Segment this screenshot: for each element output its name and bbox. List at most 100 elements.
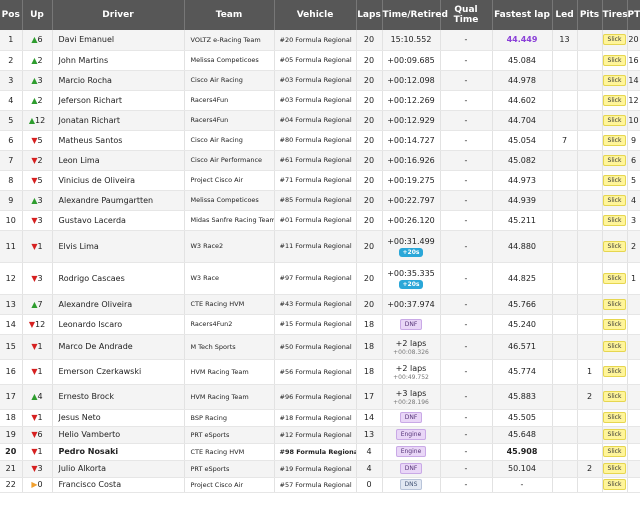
time-retired: +00:12.929 — [382, 110, 441, 131]
team-name[interactable]: CTE Racing HVM — [184, 294, 275, 315]
team-name[interactable]: Racers4Fun2 — [184, 314, 275, 335]
points — [627, 294, 640, 315]
table-row[interactable]: 17 ▲4 Ernesto Brock HVM Racing Team #96 Form… — [0, 384, 640, 410]
status-badge: DNF — [399, 412, 423, 423]
position: 19 — [0, 426, 23, 444]
position-delta: 2 — [37, 155, 43, 165]
qual-time: - — [440, 334, 493, 360]
table-row[interactable]: 8 ▼5 Vinicius de Oliveira Project Cisco Air… — [0, 170, 640, 191]
table-row[interactable]: 13 ▲7 Alexandre Oliveira CTE Racing HVM #43 … — [0, 294, 640, 315]
driver-name[interactable]: Jesus Neto — [52, 409, 185, 427]
team-name[interactable]: M Tech Sports — [184, 334, 275, 360]
table-row[interactable]: 5 ▲12 Jonatan Richart Racers4Fun #04 Formula… — [0, 110, 640, 131]
header-up[interactable]: Up — [22, 0, 53, 30]
driver-name[interactable]: Davi Emanuel — [52, 30, 185, 51]
table-row[interactable]: 7 ▼2 Leon Lima Cisco Air Performance #61 For… — [0, 150, 640, 171]
qual-time: - — [440, 150, 493, 171]
driver-name[interactable]: Marco De Andrade — [52, 334, 185, 360]
driver-name[interactable]: Marcio Rocha — [52, 70, 185, 91]
team-name[interactable]: Project Cisco Air — [184, 477, 275, 493]
table-row[interactable]: 2 ▲2 John Martins Melissa Competicoes #05 Fo… — [0, 50, 640, 71]
header-laps[interactable]: Laps — [356, 0, 383, 30]
team-name[interactable]: CTE Racing HVM — [184, 443, 275, 461]
table-row[interactable]: 11 ▼1 Elvis Lima W3 Race2 #11 Formula Region… — [0, 230, 640, 263]
driver-name[interactable]: Jeferson Richart — [52, 90, 185, 111]
team-name[interactable]: PRT eSports — [184, 426, 275, 444]
driver-name[interactable]: Jonatan Richart — [52, 110, 185, 131]
driver-name[interactable]: Alexandre Oliveira — [52, 294, 185, 315]
team-name[interactable]: Midas Sanfre Racing Team — [184, 210, 275, 231]
team-name[interactable]: Melissa Competicoes — [184, 50, 275, 71]
table-row[interactable]: 9 ▲3 Alexandre Paumgartten Melissa Competic… — [0, 190, 640, 211]
driver-name[interactable]: Francisco Costa — [52, 477, 185, 493]
driver-name[interactable]: Leonardo Iscaro — [52, 314, 185, 335]
laps: 20 — [356, 262, 383, 295]
table-row[interactable]: 15 ▼1 Marco De Andrade M Tech Sports #50 For… — [0, 334, 640, 360]
driver-name[interactable]: Gustavo Lacerda — [52, 210, 185, 231]
team-name[interactable]: VOLTZ e-Racing Team — [184, 30, 275, 51]
driver-name[interactable]: Helio Vamberto — [52, 426, 185, 444]
fastest-lap: 45.883 — [492, 384, 553, 410]
table-row[interactable]: 14 ▼12 Leonardo Iscaro Racers4Fun2 #15 Formu… — [0, 314, 640, 335]
table-row[interactable]: 10 ▼3 Gustavo Lacerda Midas Sanfre Racing T… — [0, 210, 640, 231]
driver-name[interactable]: Elvis Lima — [52, 230, 185, 263]
team-name[interactable]: Project Cisco Air — [184, 170, 275, 191]
table-row[interactable]: 6 ▼5 Matheus Santos Cisco Air Racing #80 For… — [0, 130, 640, 151]
driver-name[interactable]: Pedro Nosaki — [52, 443, 185, 461]
points: 20 — [627, 30, 640, 51]
team-name[interactable]: PRT eSports — [184, 460, 275, 478]
header-pits[interactable]: Pits — [577, 0, 603, 30]
table-row[interactable]: 22 ▶0 Francisco Costa Project Cisco Air #57 … — [0, 477, 640, 493]
team-name[interactable]: W3 Race2 — [184, 230, 275, 263]
driver-name[interactable]: Matheus Santos — [52, 130, 185, 151]
position: 21 — [0, 460, 23, 478]
time-retired: +3 laps +00:28.196 — [382, 384, 441, 410]
team-name[interactable]: Melissa Competicoes — [184, 190, 275, 211]
header-led[interactable]: Led — [552, 0, 578, 30]
team-name[interactable]: Racers4Fun — [184, 110, 275, 131]
header-pos[interactable]: Pos — [0, 0, 23, 30]
team-name[interactable]: Cisco Air Performance — [184, 150, 275, 171]
header-team[interactable]: Team — [184, 0, 275, 30]
driver-name[interactable]: Julio Alkorta — [52, 460, 185, 478]
position-change: ▼3 — [22, 210, 53, 231]
race-time: +00:12.098 — [387, 75, 435, 85]
header-fastest[interactable]: Fastest lap — [492, 0, 553, 30]
vehicle-name: #12 Formula Regional — [274, 426, 357, 444]
team-name[interactable]: Racers4Fun — [184, 90, 275, 111]
driver-name[interactable]: Rodrigo Cascaes — [52, 262, 185, 295]
header-driver[interactable]: Driver — [52, 0, 185, 30]
table-row[interactable]: 3 ▲3 Marcio Rocha Cisco Air Racing #03 Formu… — [0, 70, 640, 91]
qual-time: - — [440, 30, 493, 51]
team-name[interactable]: BSP Racing — [184, 409, 275, 427]
team-name[interactable]: W3 Race — [184, 262, 275, 295]
driver-name[interactable]: Alexandre Paumgartten — [52, 190, 185, 211]
driver-name[interactable]: Leon Lima — [52, 150, 185, 171]
team-name[interactable]: Cisco Air Racing — [184, 70, 275, 91]
table-row[interactable]: 20 ▼1 Pedro Nosaki CTE Racing HVM #98 Formul… — [0, 443, 640, 461]
team-name[interactable]: HVM Racing Team — [184, 359, 275, 385]
driver-name[interactable]: John Martins — [52, 50, 185, 71]
table-row[interactable]: 19 ▼6 Helio Vamberto PRT eSports #12 Formula… — [0, 426, 640, 444]
team-name[interactable]: HVM Racing Team — [184, 384, 275, 410]
team-name[interactable]: Cisco Air Racing — [184, 130, 275, 151]
header-time[interactable]: Time/Retired — [382, 0, 448, 30]
laps: 20 — [356, 30, 383, 51]
table-row[interactable]: 12 ▼3 Rodrigo Cascaes W3 Race #97 Formula Re… — [0, 262, 640, 295]
header-pts[interactable]: PTS — [627, 0, 640, 30]
table-row[interactable]: 21 ▼3 Julio Alkorta PRT eSports #19 Formula … — [0, 460, 640, 478]
fastest-lap: 44.704 — [492, 110, 553, 131]
table-row[interactable]: 4 ▲2 Jeferson Richart Racers4Fun #03 Formula… — [0, 90, 640, 111]
position-delta: 3 — [37, 464, 43, 473]
driver-name[interactable]: Ernesto Brock — [52, 384, 185, 410]
position: 14 — [0, 314, 23, 335]
table-row[interactable]: 18 ▼1 Jesus Neto BSP Racing #18 Formula Regi… — [0, 409, 640, 427]
header-tires[interactable]: Tires — [602, 0, 628, 30]
header-vehicle[interactable]: Vehicle — [274, 0, 357, 30]
driver-name[interactable]: Emerson Czerkawski — [52, 359, 185, 385]
driver-name[interactable]: Vinicius de Oliveira — [52, 170, 185, 191]
time-retired: DNF — [382, 460, 441, 478]
table-row[interactable]: 1 ▲6 Davi Emanuel VOLTZ e-Racing Team #20 Fo… — [0, 30, 640, 51]
table-row[interactable]: 16 ▼1 Emerson Czerkawski HVM Racing Team #56… — [0, 359, 640, 385]
fastest-lap: 45.648 — [492, 426, 553, 444]
